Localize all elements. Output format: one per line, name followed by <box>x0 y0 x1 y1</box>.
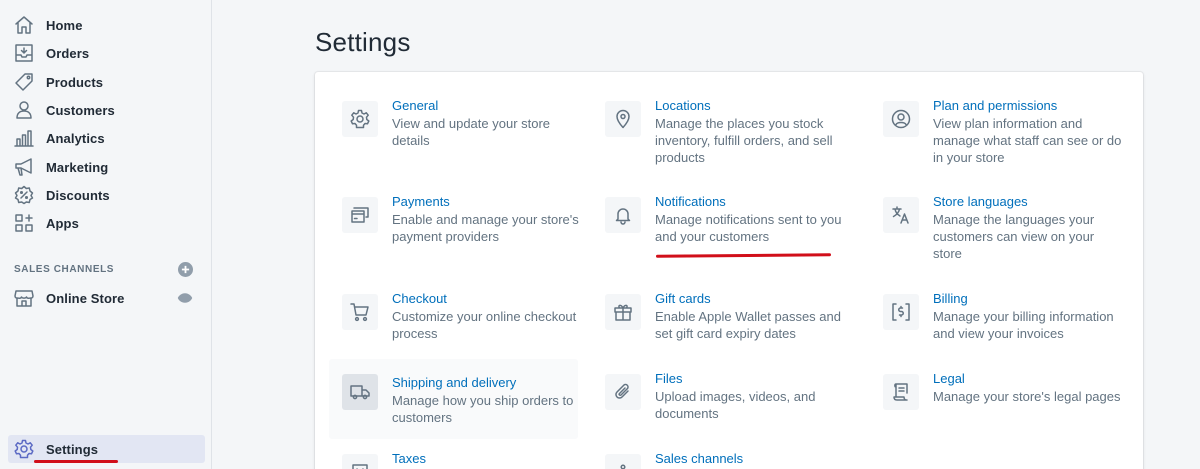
account-icon <box>883 101 919 137</box>
sidebar-item-customers[interactable]: Customers <box>8 96 205 124</box>
sidebar-item-home[interactable]: Home <box>8 11 205 39</box>
setting-description: Enable and manage your store's payment p… <box>392 212 579 244</box>
sidebar-item-label: Products <box>46 74 104 90</box>
home-icon <box>13 14 35 36</box>
setting-shipping-and-delivery[interactable]: Shipping and delivery Manage how you shi… <box>329 359 578 439</box>
bell-icon <box>605 197 641 233</box>
setting-title: Legal <box>933 371 965 386</box>
setting-sales-channels[interactable]: Sales channels <box>592 444 841 469</box>
sidebar-item-discounts[interactable]: Discounts <box>8 181 205 209</box>
setting-title: Payments <box>392 194 450 209</box>
setting-title: Checkout <box>392 291 447 306</box>
setting-payments[interactable]: Payments Enable and manage your store's … <box>329 187 579 267</box>
bar-chart-icon <box>13 127 35 149</box>
sidebar-item-online-store[interactable]: Online Store <box>8 284 205 312</box>
setting-description: Customize your online checkout process <box>392 309 577 341</box>
sidebar-item-settings[interactable]: Settings <box>8 435 205 463</box>
gear-icon <box>342 101 378 137</box>
setting-title: Store languages <box>933 194 1028 209</box>
invoice-icon <box>883 294 919 330</box>
sidebar-item-analytics[interactable]: Analytics <box>8 124 205 152</box>
sidebar: Home Orders Products Customers Analytics… <box>0 0 212 469</box>
eye-icon <box>177 293 193 303</box>
storefront-icon <box>13 287 35 309</box>
sidebar-item-marketing[interactable]: Marketing <box>8 153 205 181</box>
sidebar-item-label: Customers <box>46 102 115 118</box>
setting-description: Manage the places you stock inventory, f… <box>655 116 833 165</box>
megaphone-icon <box>13 156 35 178</box>
setting-description: Manage your billing information and view… <box>933 309 1114 341</box>
page-title: Settings <box>315 27 411 57</box>
sales-channels-heading: SALES CHANNELS <box>14 264 115 275</box>
settings-red-underline-annotation <box>34 460 118 463</box>
sales-channels-icon <box>605 454 641 469</box>
setting-general[interactable]: General View and update your store detai… <box>329 91 578 171</box>
tag-icon <box>13 71 35 93</box>
setting-description: Manage your store's legal pages <box>933 389 1121 404</box>
person-icon <box>13 99 35 121</box>
setting-title: Locations <box>655 98 711 113</box>
setting-title: Taxes <box>392 451 426 466</box>
view-online-store-button[interactable] <box>177 290 193 306</box>
setting-checkout[interactable]: Checkout Customize your online checkout … <box>329 284 578 354</box>
sidebar-item-label: Marketing <box>46 159 109 175</box>
apps-icon <box>13 212 35 234</box>
setting-taxes[interactable]: Taxes <box>329 444 578 469</box>
sidebar-item-apps[interactable]: Apps <box>8 209 205 237</box>
setting-title: General <box>392 98 439 113</box>
setting-title: Files <box>655 371 683 386</box>
setting-store-languages[interactable]: Store languages Manage the languages you… <box>870 187 1130 267</box>
translate-icon <box>883 197 919 233</box>
setting-locations[interactable]: Locations Manage the places you stock in… <box>592 91 841 171</box>
setting-title: Notifications <box>655 194 726 209</box>
setting-description: Upload images, videos, and documents <box>655 389 816 421</box>
cart-icon <box>342 294 378 330</box>
sidebar-item-label: Orders <box>46 45 90 61</box>
settings-card: General View and update your store detai… <box>315 72 1143 469</box>
setting-title: Plan and permissions <box>933 98 1058 113</box>
setting-gift-cards[interactable]: Gift cards Enable Apple Wallet passes an… <box>592 284 841 354</box>
location-pin-icon <box>605 101 641 137</box>
plus-icon <box>181 265 190 274</box>
sidebar-item-label: Analytics <box>46 130 105 146</box>
setting-billing[interactable]: Billing Manage your billing information … <box>870 284 1130 354</box>
paperclip-icon <box>605 374 641 410</box>
sidebar-item-label: Settings <box>46 441 99 457</box>
sidebar-item-label: Discounts <box>46 187 110 203</box>
setting-description: Manage the languages your customers can … <box>933 212 1095 261</box>
setting-title: Sales channels <box>655 451 744 466</box>
setting-description: Enable Apple Wallet passes and set gift … <box>655 309 841 341</box>
add-sales-channel-button[interactable] <box>178 262 193 277</box>
taxes-icon <box>342 454 378 469</box>
setting-description: View and update your store details <box>392 116 551 148</box>
sidebar-item-label: Apps <box>46 215 79 231</box>
setting-description: Manage how you ship orders to customers <box>392 393 574 425</box>
sidebar-item-products[interactable]: Products <box>8 68 205 96</box>
setting-plan-and-permissions[interactable]: Plan and permissions View plan informati… <box>870 91 1130 171</box>
legal-document-icon <box>883 374 919 410</box>
truck-icon <box>342 374 378 410</box>
orders-icon <box>13 42 35 64</box>
setting-description: Manage notifications sent to you and you… <box>655 212 842 244</box>
discount-icon <box>13 184 35 206</box>
setting-legal[interactable]: Legal Manage your store's legal pages <box>870 364 1130 439</box>
sidebar-item-label: Home <box>46 17 83 33</box>
setting-title: Shipping and delivery <box>392 375 517 390</box>
setting-description: View plan information and manage what st… <box>933 116 1122 165</box>
gift-icon <box>605 294 641 330</box>
setting-files[interactable]: Files Upload images, videos, and documen… <box>592 364 841 439</box>
sidebar-item-label: Online Store <box>46 290 125 306</box>
setting-title: Billing <box>933 291 968 306</box>
credit-card-icon <box>342 197 378 233</box>
sidebar-item-orders[interactable]: Orders <box>8 39 205 67</box>
setting-title: Gift cards <box>655 291 711 306</box>
gear-icon <box>13 438 35 460</box>
